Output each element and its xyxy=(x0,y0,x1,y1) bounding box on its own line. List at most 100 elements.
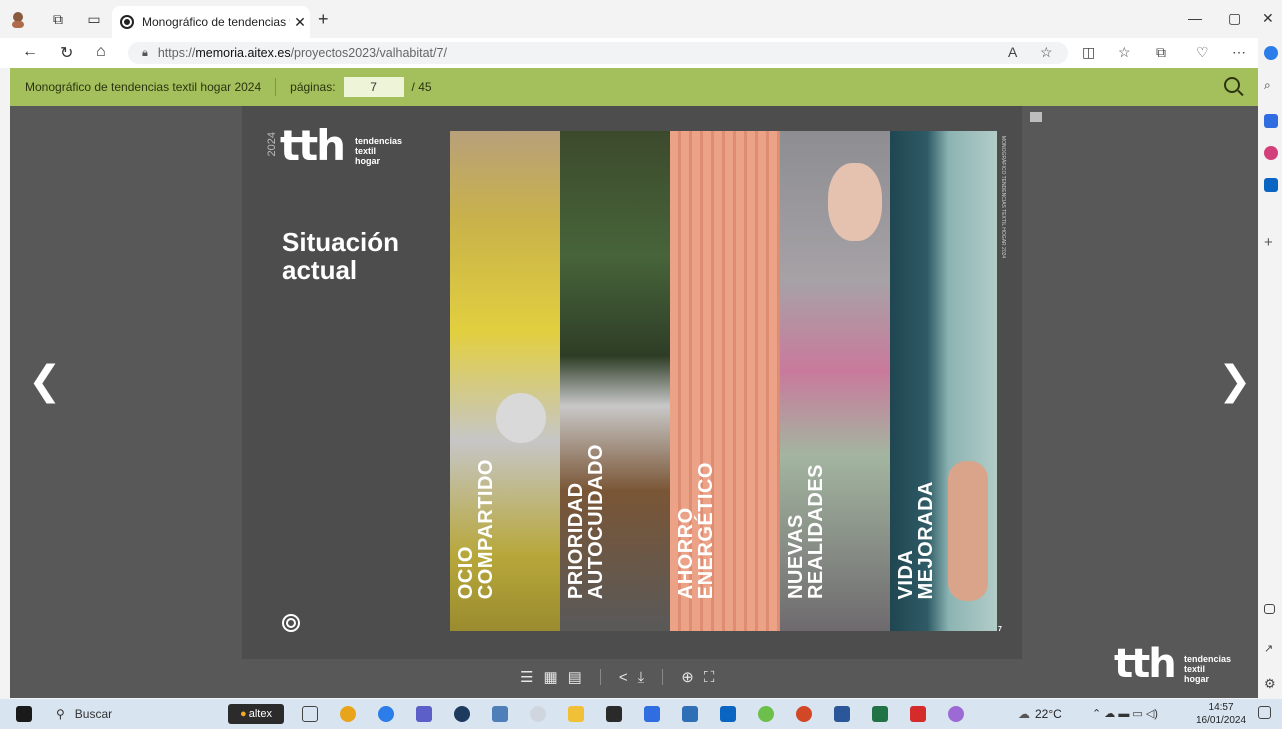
games-icon[interactable] xyxy=(1264,146,1278,160)
page-heading: Situación actual xyxy=(282,228,399,284)
stripe-label: PRIORIDAD AUTOCUIDADO xyxy=(565,443,607,599)
browser-essentials-icon[interactable]: ♡ xyxy=(1196,44,1209,61)
workspaces-icon[interactable]: ⧉ xyxy=(48,9,68,29)
download-icon[interactable]: ⤓ xyxy=(638,669,645,686)
calculator-icon[interactable] xyxy=(492,706,508,722)
paint-icon[interactable] xyxy=(948,706,964,722)
more-icon[interactable]: ⋯ xyxy=(1232,44,1246,61)
system-tray-icons[interactable]: ⌃ ☁ ▬ ▭ ◁) xyxy=(1092,707,1158,720)
app-g-icon[interactable] xyxy=(606,706,622,722)
refresh-icon[interactable]: ↻ xyxy=(60,43,73,63)
sidebar-search-icon[interactable]: ⌕ xyxy=(1264,78,1278,92)
stripe-photo-detail xyxy=(948,461,988,601)
hide-sidebar-icon[interactable] xyxy=(1264,604,1275,614)
clock[interactable]: 14:57 16/01/2024 xyxy=(1196,701,1246,727)
stripe-ahorro-energetico: AHORRO ENERGÉTICO xyxy=(670,131,780,631)
tab-monografico[interactable]: Monográfico de tendencias textil ✕ xyxy=(112,6,310,38)
flipbook-viewer: Monográfico de tendencias textil hogar 2… xyxy=(10,68,1258,698)
altex-chip[interactable]: ● altex xyxy=(228,704,284,724)
heading-line: actual xyxy=(282,255,358,285)
logo-word: tendencias xyxy=(1184,654,1232,664)
tab-actions-icon[interactable]: ▭ xyxy=(84,9,104,29)
new-tab-icon[interactable]: + xyxy=(318,9,329,30)
next-page-arrow-icon[interactable]: ❯ xyxy=(1218,358,1252,404)
external-link-icon[interactable]: ↗ xyxy=(1264,642,1278,656)
stripe-nuevas-realidades: NUEVAS REALIDADES xyxy=(780,131,890,631)
altex-chip-label: altex xyxy=(248,708,272,720)
heading-line: Situación xyxy=(282,227,400,257)
fullscreen-icon[interactable]: ⛶ xyxy=(704,669,715,686)
share-icon[interactable]: < xyxy=(619,669,628,686)
excel-icon[interactable] xyxy=(872,706,888,722)
weather-temp: 22°C xyxy=(1035,707,1062,721)
document-title: Monográfico de tendencias textil hogar 2… xyxy=(25,80,262,94)
search-glass-icon: ⚲ xyxy=(56,707,65,721)
comment-icon[interactable] xyxy=(1030,112,1042,122)
pages-label: páginas: xyxy=(290,80,336,94)
stripe-vida-mejorada: VIDA MEJORADA xyxy=(890,131,997,631)
task-view-icon[interactable] xyxy=(302,706,318,722)
header-divider xyxy=(275,78,277,96)
logo-year: 2024 xyxy=(266,132,278,157)
word-icon[interactable] xyxy=(834,706,850,722)
add-sidebar-app-icon[interactable]: + xyxy=(1264,234,1278,251)
logo-word: textil xyxy=(1184,664,1206,674)
weather-widget[interactable]: ☁ 22°C xyxy=(1018,707,1062,721)
logo-word: hogar xyxy=(355,156,381,166)
page-mark: 7 xyxy=(998,626,1002,633)
app-circle-icon[interactable] xyxy=(454,706,470,722)
powerpoint-icon[interactable] xyxy=(796,706,812,722)
notifications-icon[interactable] xyxy=(1258,706,1271,719)
table-of-contents-icon[interactable]: ☰ xyxy=(520,668,533,686)
file-explorer-icon[interactable] xyxy=(568,706,584,722)
copilot-icon[interactable] xyxy=(1264,46,1278,60)
notes-icon[interactable]: ▤ xyxy=(568,668,582,686)
zoom-icon[interactable]: ⊕ xyxy=(681,668,694,686)
outlook-icon[interactable] xyxy=(1264,178,1278,192)
settings-gear-icon[interactable]: ⚙ xyxy=(1264,676,1278,691)
close-tab-icon[interactable]: ✕ xyxy=(290,14,310,31)
thumbnails-grid-icon[interactable]: ▦ xyxy=(543,668,557,686)
app-globe-icon[interactable] xyxy=(530,706,546,722)
page-number-input[interactable] xyxy=(343,77,404,97)
defender-icon[interactable] xyxy=(644,706,660,722)
edge-icon[interactable] xyxy=(378,706,394,722)
altex-logo-icon: ● xyxy=(240,708,247,720)
taskbar-search[interactable]: ⚲ Buscar xyxy=(44,703,214,725)
favorite-star-icon[interactable]: ☆ xyxy=(1040,44,1053,61)
prev-page-arrow-icon[interactable]: ❮ xyxy=(28,358,62,404)
minimize-icon[interactable]: — xyxy=(1188,10,1202,26)
outlook-taskbar-icon[interactable] xyxy=(720,706,736,722)
start-windows-icon[interactable] xyxy=(16,706,32,722)
app-dots-icon[interactable] xyxy=(758,706,774,722)
toolbar-divider xyxy=(599,669,601,685)
acrobat-icon[interactable] xyxy=(910,706,926,722)
chrome-icon[interactable] xyxy=(340,706,356,722)
collections-icon[interactable]: ⧉ xyxy=(1156,44,1166,61)
viewer-toolbar: ☰ ▦ ▤ < ⤓ ⊕ ⛶ xyxy=(520,668,715,687)
chart-app-icon[interactable] xyxy=(682,706,698,722)
page-logo-words: tendencias textil hogar xyxy=(355,136,402,166)
profile-avatar-icon[interactable] xyxy=(8,9,28,29)
tab-bar: ⧉ ▭ Monográfico de tendencias textil ✕ +… xyxy=(0,0,1282,38)
stripe-photo-detail xyxy=(496,393,546,443)
restore-icon[interactable]: ▢ xyxy=(1228,10,1241,27)
stripe-prioridad-autocuidado: PRIORIDAD AUTOCUIDADO xyxy=(560,131,670,631)
taskbar-search-placeholder: Buscar xyxy=(74,707,113,721)
stripe-label: VIDA MEJORADA xyxy=(895,480,937,599)
favorites-icon[interactable]: ☆ xyxy=(1118,44,1131,61)
split-screen-icon[interactable]: ◫ xyxy=(1082,44,1095,61)
clock-time: 14:57 xyxy=(1208,702,1234,713)
search-icon[interactable] xyxy=(1224,77,1240,93)
back-icon[interactable]: ← xyxy=(22,43,38,61)
clock-date: 16/01/2024 xyxy=(1196,715,1247,726)
url-field[interactable]: 🔒︎ https://memoria.aitex.es/proyectos202… xyxy=(128,42,1068,64)
toolbar-divider xyxy=(662,669,664,685)
window-close-icon[interactable]: ✕ xyxy=(1262,10,1274,27)
home-icon[interactable]: ⌂ xyxy=(96,43,106,61)
read-aloud-icon[interactable]: A xyxy=(1008,44,1017,60)
address-bar: ← ↻ ⌂ 🔒︎ https://memoria.aitex.es/proyec… xyxy=(0,38,1258,68)
teams-icon[interactable] xyxy=(416,706,432,722)
page-logo: tth xyxy=(280,121,346,170)
shopping-tag-icon[interactable] xyxy=(1264,114,1278,128)
